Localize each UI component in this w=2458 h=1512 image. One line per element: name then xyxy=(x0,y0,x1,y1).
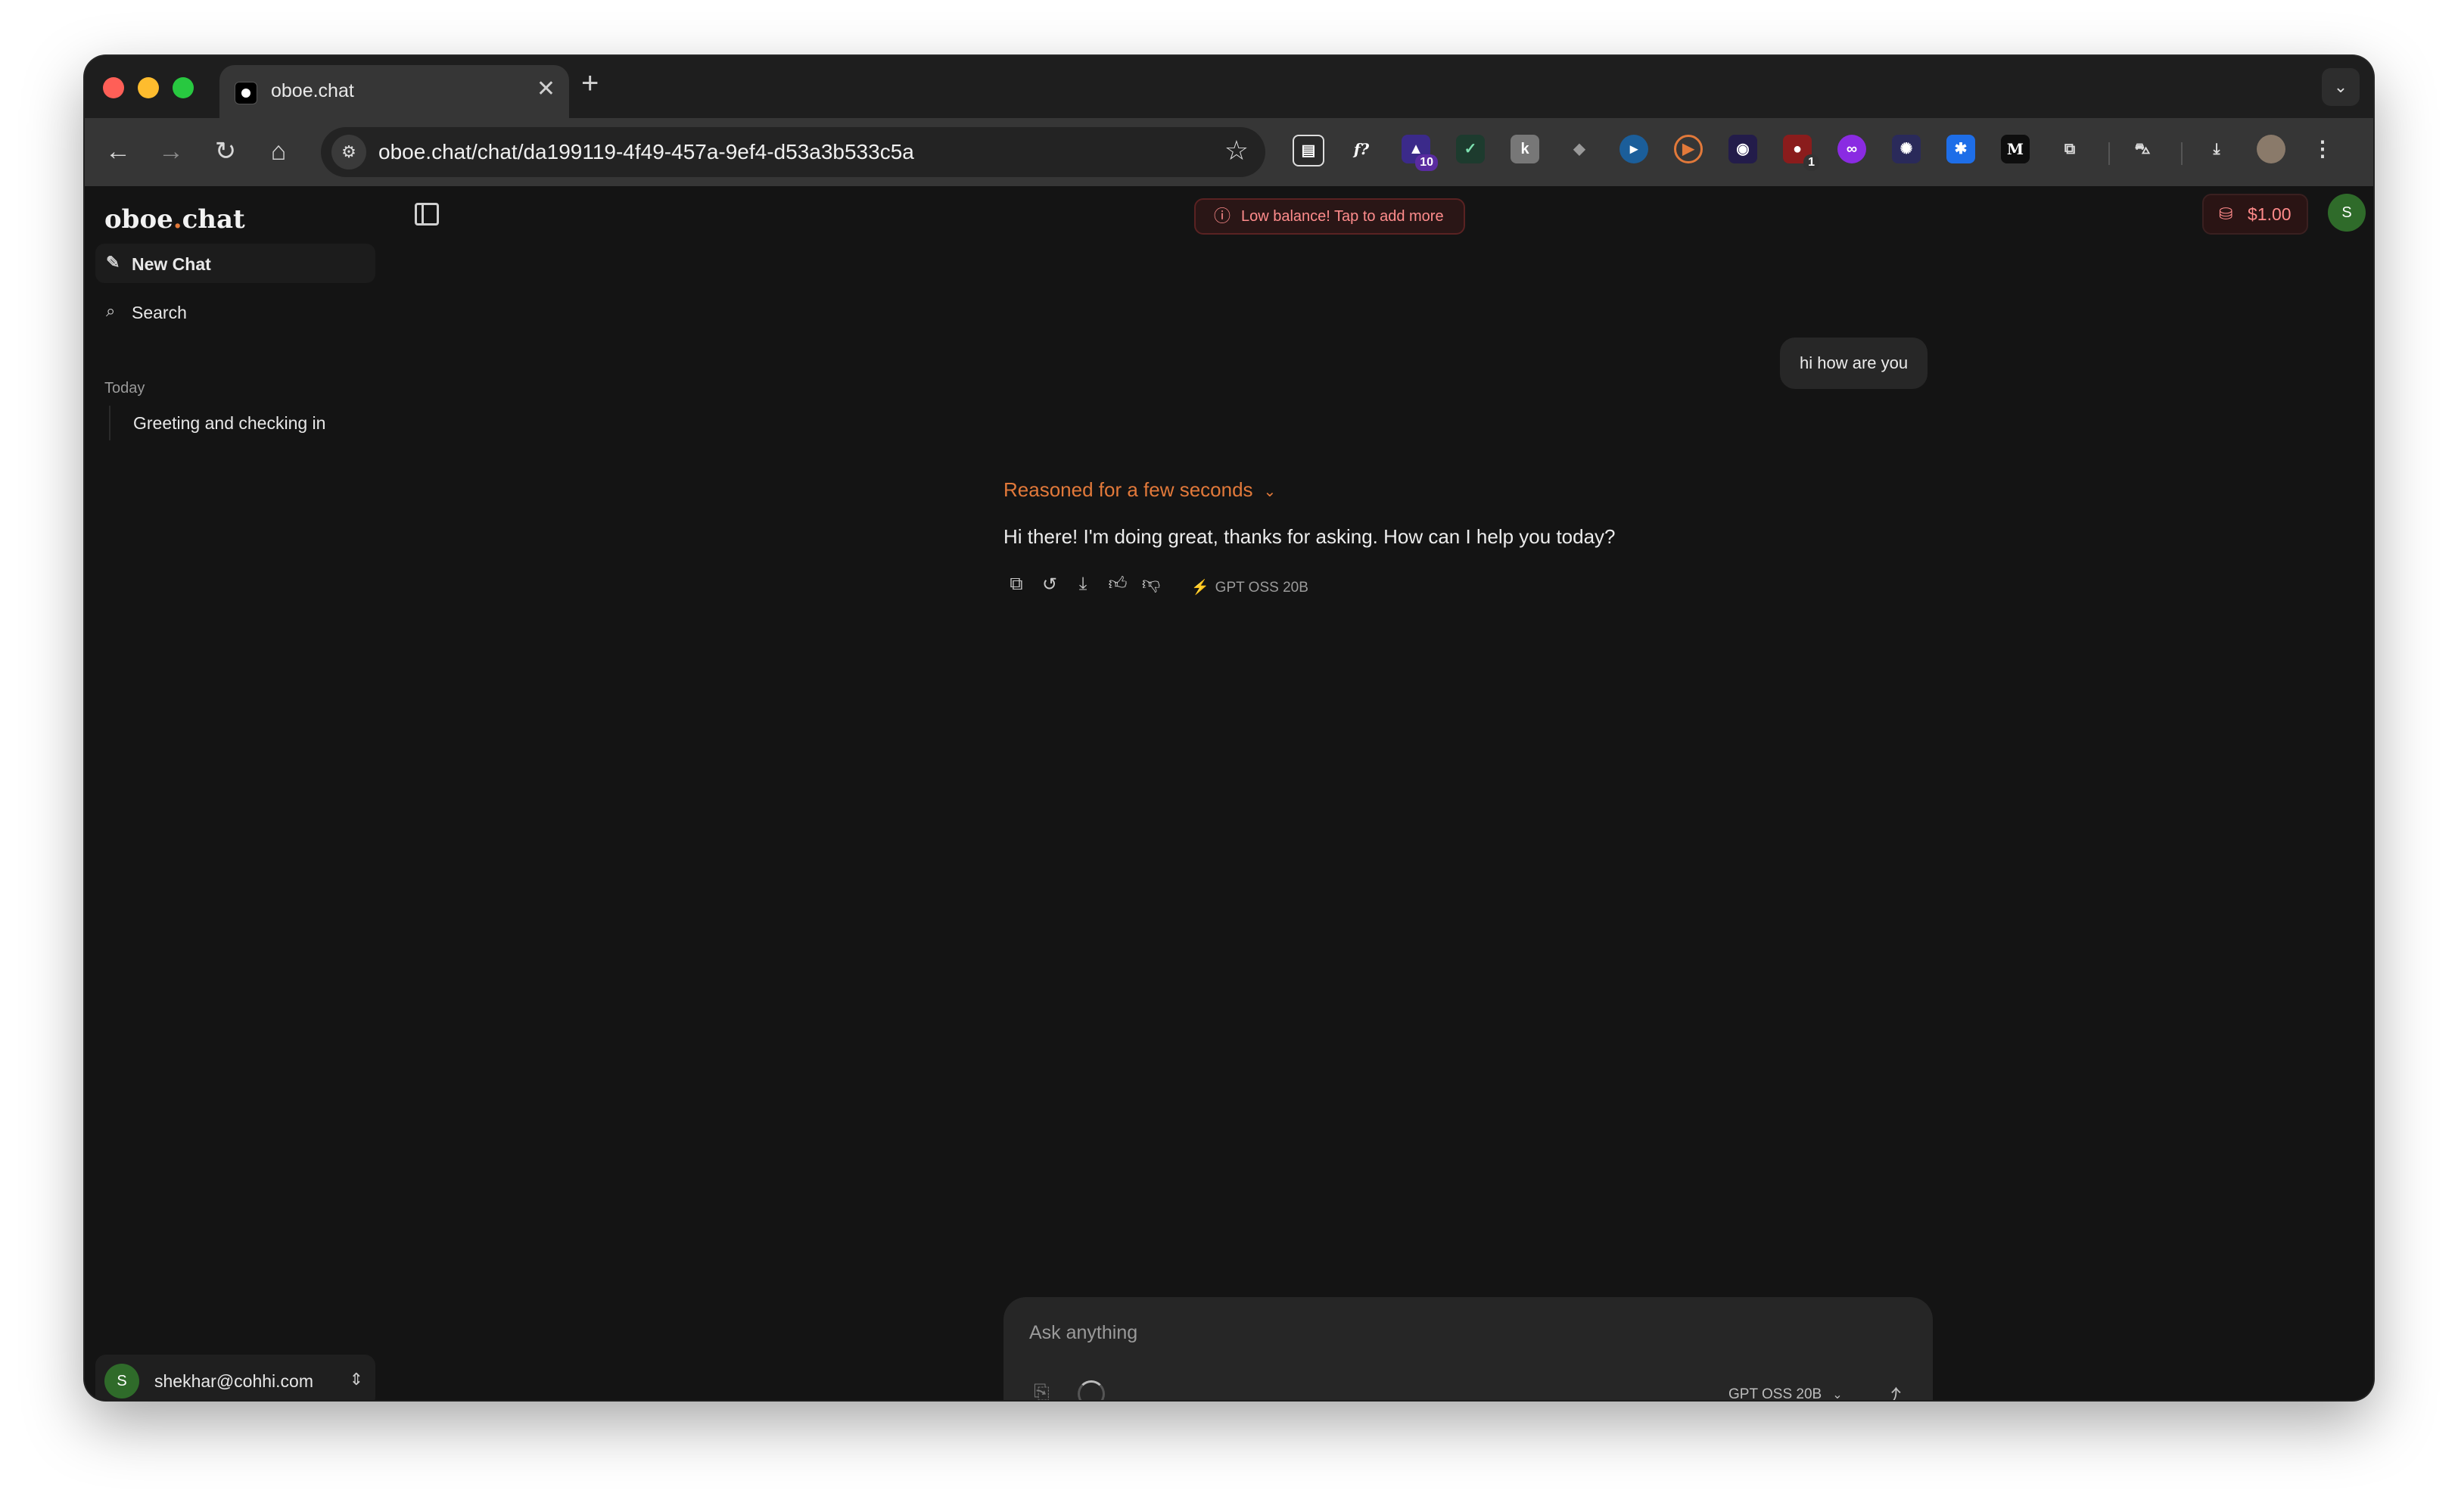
model-select-label: GPT OSS 20B xyxy=(1728,1386,1822,1400)
balance-button[interactable]: ⛁ $1.00 xyxy=(2202,194,2308,235)
search-icon: ⌕ xyxy=(106,301,116,320)
search-button[interactable]: ⌕ Search xyxy=(95,292,375,331)
logo-dot: . xyxy=(173,204,182,235)
account-switcher[interactable]: S shekhar@cohhi.com ⇕ xyxy=(95,1355,375,1400)
user-avatar[interactable]: S xyxy=(2328,194,2366,232)
toolbar-separator xyxy=(2181,142,2183,165)
medium-extension-icon[interactable]: M xyxy=(2001,135,2030,163)
coins-icon: ⛁ xyxy=(2219,204,2233,223)
reload-icon[interactable]: ↻ xyxy=(209,135,242,168)
thumbs-up-icon[interactable]: 👍︎ xyxy=(1105,574,1131,595)
extension-eye-icon[interactable]: ◉ xyxy=(1728,135,1757,163)
tab-close-icon[interactable]: ✕ xyxy=(537,76,555,102)
edit-icon: ✎ xyxy=(106,253,120,272)
sidebar-toggle-icon[interactable] xyxy=(415,203,439,226)
extension-badge-count-1: 1 xyxy=(1803,154,1819,171)
chevron-up-down-icon: ⇕ xyxy=(349,1370,363,1389)
model-tag-label: GPT OSS 20B xyxy=(1215,580,1308,596)
incognito-icon[interactable]: ⛍ xyxy=(2128,135,2157,163)
model-select[interactable]: GPT OSS 20B ⌄ xyxy=(1728,1386,1843,1400)
copy-icon[interactable]: ⧉ xyxy=(1003,574,1029,595)
extension-check-icon[interactable]: ✓ xyxy=(1456,135,1485,163)
back-arrow-icon[interactable]: ← xyxy=(101,135,135,168)
address-bar[interactable]: ⚙ oboe.chat/chat/da199119-4f49-457a-9ef4… xyxy=(321,127,1265,177)
tab-title: oboe.chat xyxy=(271,80,354,101)
avatar: S xyxy=(104,1364,139,1398)
close-window-button[interactable] xyxy=(103,77,124,98)
toolbar-separator xyxy=(2108,142,2110,165)
home-icon[interactable]: ⌂ xyxy=(262,135,295,168)
user-message-bubble: hi how are you xyxy=(1780,338,1928,389)
download-icon[interactable]: ⤓ xyxy=(1070,574,1096,595)
logo-text-main: oboe xyxy=(104,204,173,235)
model-tag: ⚡ GPT OSS 20B xyxy=(1191,578,1308,596)
formula-extension-icon[interactable]: f? xyxy=(1347,135,1376,163)
extension-blue-circle-icon[interactable]: ▸ xyxy=(1619,135,1648,163)
browser-toolbar: ← → ↻ ⌂ ⚙ oboe.chat/chat/da199119-4f49-4… xyxy=(85,118,2373,186)
minimize-window-button[interactable] xyxy=(138,77,159,98)
thumbs-down-icon[interactable]: 👎︎ xyxy=(1138,574,1164,595)
history-item[interactable]: Greeting and checking in xyxy=(109,406,325,440)
low-balance-text: Low balance! Tap to add more xyxy=(1241,208,1444,225)
chevron-down-icon: ⌄ xyxy=(1832,1389,1843,1400)
download-icon[interactable]: ⤓ xyxy=(2202,135,2231,163)
extension-1-icon[interactable]: ▤ xyxy=(1293,135,1324,166)
send-icon[interactable]: ⤴ xyxy=(1881,1382,1901,1400)
lightning-icon: ⚡ xyxy=(1191,580,1209,596)
browser-menu-kebab-icon[interactable]: ⋮ xyxy=(2308,135,2337,163)
url-text[interactable]: oboe.chat/chat/da199119-4f49-457a-9ef4-d… xyxy=(378,140,914,164)
alert-circle-icon: ⓘ xyxy=(1214,207,1231,226)
site-settings-icon[interactable]: ⚙ xyxy=(331,135,366,170)
sidebar: oboe.chat ✎ New Chat ⌕ Search Today Gree… xyxy=(85,186,394,1400)
chat-main: ⓘ Low balance! Tap to add more ⛁ $1.00 S… xyxy=(392,186,2373,1400)
new-chat-button[interactable]: ✎ New Chat xyxy=(95,244,375,283)
extension-hat-icon[interactable]: ▲ 10 xyxy=(1402,135,1438,171)
oboe-logo[interactable]: oboe.chat xyxy=(104,204,245,235)
new-tab-button[interactable]: + xyxy=(581,68,599,98)
message-composer: ⎘ GPT OSS 20B ⌄ ⤴ xyxy=(1003,1297,1933,1400)
extension-play-icon[interactable]: ▶ xyxy=(1674,135,1703,163)
balance-amount: $1.00 xyxy=(2248,204,2292,224)
regenerate-icon[interactable]: ↺ xyxy=(1037,574,1063,596)
extension-atom-icon[interactable]: ✺ xyxy=(1892,135,1921,163)
extension-snowflake-icon[interactable]: ✱ xyxy=(1946,135,1975,163)
loading-spinner-icon xyxy=(1078,1380,1105,1400)
search-label: Search xyxy=(132,303,187,322)
browser-window: oboe.chat ✕ + ⌄ ← → ↻ ⌂ ⚙ oboe.chat/chat… xyxy=(85,56,2373,1400)
extension-puzzle-gray-icon[interactable]: ◆ xyxy=(1565,135,1594,163)
new-chat-label: New Chat xyxy=(132,254,211,274)
paperclip-icon[interactable]: ⎘ xyxy=(1034,1380,1050,1400)
browser-tab[interactable]: oboe.chat ✕ xyxy=(219,65,569,118)
history-section-today: Today xyxy=(104,380,145,397)
message-input[interactable] xyxy=(1028,1317,1712,1349)
logo-text-suffix: chat xyxy=(182,204,245,235)
extension-badge-count: 10 xyxy=(1415,154,1438,171)
extension-k-icon[interactable]: k xyxy=(1511,135,1539,163)
chevron-down-icon: ⌄ xyxy=(1263,484,1277,500)
tab-search-chevron-icon[interactable]: ⌄ xyxy=(2322,68,2360,106)
reasoning-toggle[interactable]: Reasoned for a few seconds ⌄ xyxy=(1003,478,1276,502)
tab-strip: oboe.chat ✕ + ⌄ xyxy=(85,56,2373,118)
assistant-message: Hi there! I'm doing great, thanks for as… xyxy=(1003,525,1616,548)
extension-red-icon[interactable]: ● 1 xyxy=(1783,135,1819,171)
forward-arrow-icon[interactable]: → xyxy=(154,135,188,168)
extension-purple-icon[interactable]: ∞ xyxy=(1837,135,1866,163)
account-email: shekhar@cohhi.com xyxy=(154,1371,313,1391)
extensions-puzzle-icon[interactable]: ⧉ xyxy=(2055,135,2084,163)
reasoning-label: Reasoned for a few seconds xyxy=(1003,478,1253,501)
maximize-window-button[interactable] xyxy=(173,77,194,98)
oboe-favicon-icon xyxy=(235,82,257,104)
low-balance-banner[interactable]: ⓘ Low balance! Tap to add more xyxy=(1194,198,1465,235)
bookmark-star-icon[interactable]: ☆ xyxy=(1224,135,1249,166)
profile-avatar-icon[interactable] xyxy=(2257,135,2285,163)
